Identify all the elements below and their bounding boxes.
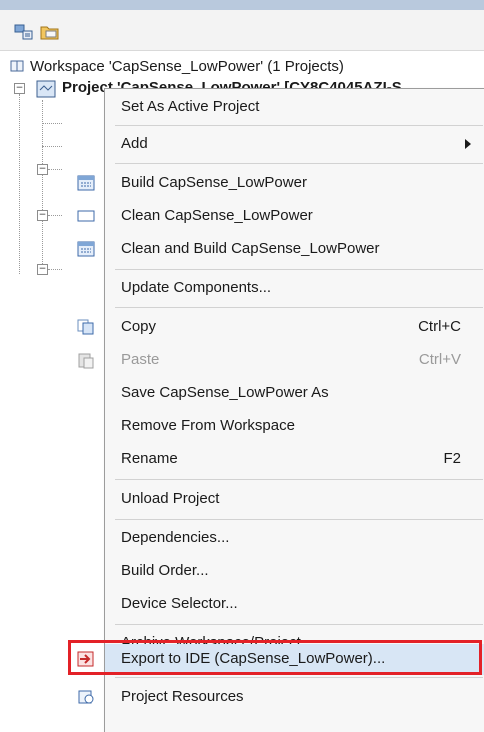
context-menu: Set As Active Project Add Build CapSense… xyxy=(77,88,484,732)
menu-item-label: Unload Project xyxy=(121,490,220,507)
tree-guide-line xyxy=(19,94,20,274)
menu-item-label: Copy xyxy=(121,318,157,335)
tree-branch xyxy=(48,269,62,270)
menu-item-label: Set As Active Project xyxy=(121,98,260,115)
menu-item-build-order[interactable]: Build Order... xyxy=(105,555,484,588)
clean-and-build-icon xyxy=(77,241,95,257)
shortcut-label: F2 xyxy=(443,450,461,467)
menu-separator xyxy=(115,677,483,678)
title-strip xyxy=(0,0,484,10)
menu-item-label: Dependencies... xyxy=(121,529,230,546)
copy-icon xyxy=(77,319,94,335)
menu-item-project-resources[interactable]: Project Resources xyxy=(78,681,484,714)
menu-item-label: Project Resources xyxy=(121,688,244,705)
menu-item-set-active-project[interactable]: Set As Active Project xyxy=(105,91,484,124)
tree-branch xyxy=(48,215,62,216)
menu-item-rename[interactable]: Rename F2 xyxy=(105,443,484,476)
paste-icon xyxy=(78,353,94,369)
menu-item-copy[interactable]: Copy Ctrl+C xyxy=(77,311,484,344)
menu-item-clean-and-build[interactable]: Clean and Build CapSense_LowPower xyxy=(77,233,484,266)
menu-separator xyxy=(115,479,483,480)
menu-item-label: Device Selector... xyxy=(121,595,238,612)
menu-separator xyxy=(115,624,483,625)
menu-item-add[interactable]: Add xyxy=(105,128,484,161)
menu-separator xyxy=(115,307,483,308)
shortcut-label: Ctrl+C xyxy=(418,318,461,335)
menu-item-paste[interactable]: Paste Ctrl+V xyxy=(78,344,484,377)
open-folder-icon[interactable] xyxy=(40,23,60,41)
menu-separator xyxy=(115,519,483,520)
menu-item-save-as[interactable]: Save CapSense_LowPower As xyxy=(105,377,484,410)
menu-item-label: Update Components... xyxy=(121,279,272,296)
menu-item-remove-from-workspace[interactable]: Remove From Workspace xyxy=(105,410,484,443)
menu-item-label: Build Order... xyxy=(121,562,209,579)
menu-item-label: Paste xyxy=(121,351,160,368)
clean-icon xyxy=(77,210,95,222)
menu-separator xyxy=(115,163,483,164)
shortcut-label: Ctrl+V xyxy=(418,351,461,368)
tree-branch xyxy=(48,169,62,170)
project-icon xyxy=(36,80,56,98)
menu-item-label: Build CapSense_LowPower xyxy=(121,174,307,191)
menu-item-dependencies[interactable]: Dependencies... xyxy=(105,522,484,555)
tree-branch xyxy=(42,146,62,147)
menu-item-label: Clean CapSense_LowPower xyxy=(121,207,313,224)
menu-item-label: Clean and Build CapSense_LowPower xyxy=(121,240,380,257)
menu-item-device-selector[interactable]: Device Selector... xyxy=(105,588,484,621)
collapse-folder-icon[interactable]: − xyxy=(37,164,48,175)
submenu-arrow-icon xyxy=(465,139,471,149)
menu-item-clean[interactable]: Clean CapSense_LowPower xyxy=(77,200,484,233)
collapse-folder-icon[interactable]: − xyxy=(37,210,48,221)
workspace-node[interactable]: Workspace 'CapSense_LowPower' (1 Project… xyxy=(10,56,344,76)
menu-item-build[interactable]: Build CapSense_LowPower xyxy=(77,167,484,200)
menu-item-label: Save CapSense_LowPower As xyxy=(121,384,329,401)
highlight-callout xyxy=(68,640,482,675)
collapse-folder-icon[interactable]: − xyxy=(37,264,48,275)
collapse-project-icon[interactable]: − xyxy=(14,83,25,94)
workspace-explorer-icon[interactable] xyxy=(14,23,34,41)
tree-branch xyxy=(42,123,62,124)
menu-item-label: Remove From Workspace xyxy=(121,417,295,434)
menu-item-update-components[interactable]: Update Components... xyxy=(105,272,484,305)
build-icon xyxy=(77,175,95,191)
menu-item-unload-project[interactable]: Unload Project xyxy=(105,483,484,516)
tree-guide-line xyxy=(42,100,43,270)
toolbar xyxy=(0,10,484,51)
workspace-label: Workspace 'CapSense_LowPower' (1 Project… xyxy=(30,57,344,75)
menu-item-label: Add xyxy=(121,135,148,152)
workspace-icon xyxy=(10,60,24,72)
menu-separator xyxy=(115,125,483,126)
project-resources-icon xyxy=(78,690,94,704)
menu-separator xyxy=(115,269,483,270)
menu-item-label: Rename xyxy=(121,450,178,467)
